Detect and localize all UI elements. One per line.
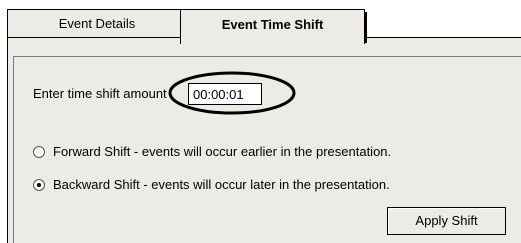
backward-shift-label: Backward Shift - events will occur later… — [53, 177, 390, 192]
forward-shift-option[interactable]: Forward Shift - events will occur earlie… — [33, 144, 391, 159]
event-time-shift-dialog: Event Details Event Time Shift Enter tim… — [0, 0, 521, 243]
tab-shadow — [365, 12, 367, 43]
tab-event-time-shift-label: Event Time Shift — [221, 17, 324, 32]
forward-shift-label: Forward Shift - events will occur earlie… — [53, 144, 392, 159]
backward-shift-radio[interactable] — [33, 178, 45, 191]
time-shift-input[interactable] — [188, 83, 262, 105]
backward-shift-option[interactable]: Backward Shift - events will occur later… — [33, 177, 390, 192]
tab-event-details[interactable]: Event Details — [7, 9, 187, 37]
tab-event-details-label: Event Details — [58, 16, 136, 31]
time-shift-label: Enter time shift amount — [33, 86, 167, 101]
apply-shift-button-label: Apply Shift — [415, 213, 478, 228]
tab-event-time-shift[interactable]: Event Time Shift — [180, 9, 367, 44]
forward-shift-radio[interactable] — [33, 145, 45, 158]
apply-shift-button[interactable]: Apply Shift — [387, 207, 506, 235]
